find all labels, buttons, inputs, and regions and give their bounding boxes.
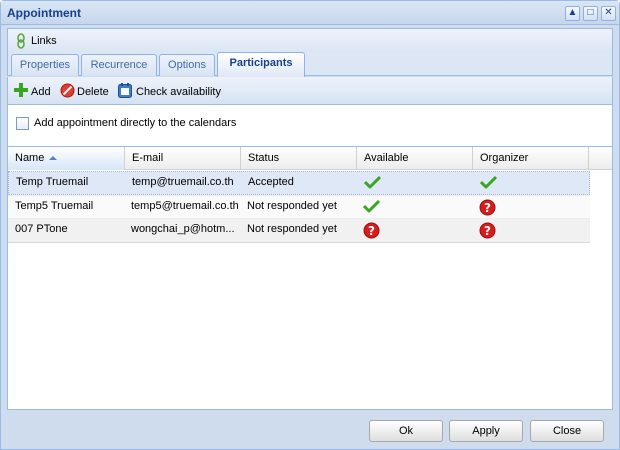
links-bar: Links [7, 28, 613, 52]
window-titlebar[interactable]: Appointment ▲ □ ✕ [1, 1, 619, 25]
maximize-button[interactable]: □ [583, 6, 598, 21]
tab-strip: Properties Recurrence Options Participan… [7, 52, 613, 77]
question-icon: ? [479, 199, 496, 216]
check-icon [364, 175, 381, 189]
dialog-footer: Ok Apply Close [1, 410, 619, 449]
svg-text:?: ? [368, 224, 375, 238]
participant-email: temp5@truemail.co.th [131, 200, 239, 212]
participant-status: Not responded yet [247, 223, 337, 235]
organizer-cell: ? [472, 219, 588, 242]
table-row[interactable]: Temp5 Truemail temp5@truemail.co.th Not … [8, 195, 590, 219]
tab-options[interactable]: Options [159, 54, 215, 76]
table-row[interactable]: Temp Truemail temp@truemail.co.th Accept… [8, 171, 590, 195]
organizer-cell: ? [472, 196, 588, 219]
plus-icon [14, 83, 28, 97]
collapse-button[interactable]: ▲ [565, 6, 580, 21]
close-window-button[interactable]: ✕ [601, 6, 616, 21]
participants-toolbar: Add Delete Check availability [7, 77, 613, 105]
tab-properties[interactable]: Properties [11, 54, 79, 76]
column-header-organizer[interactable]: Organizer [473, 147, 589, 170]
organizer-cell [473, 172, 589, 195]
available-cell: ? [356, 219, 472, 242]
grid-header: Name E-mail Status Available Organizer [8, 147, 612, 170]
check-availability-button[interactable]: Check availability [118, 83, 222, 100]
participant-name: Temp Truemail [16, 176, 89, 188]
delete-button-label: Delete [77, 86, 109, 98]
add-button-label: Add [31, 86, 51, 98]
window-title: Appointment [7, 6, 81, 20]
question-icon: ? [479, 222, 496, 239]
links-label[interactable]: Links [31, 35, 57, 47]
appointment-window: Appointment ▲ □ ✕ Links Properties Recur… [0, 0, 620, 450]
calendar-option-panel: Add appointment directly to the calendar… [7, 105, 613, 147]
sort-ascending-icon [49, 156, 58, 160]
tab-participants[interactable]: Participants [217, 52, 305, 77]
column-header-status[interactable]: Status [241, 147, 357, 170]
available-cell [356, 196, 472, 219]
delete-button[interactable]: Delete [60, 83, 112, 100]
add-to-calendars-checkbox[interactable] [16, 117, 29, 130]
ok-button[interactable]: Ok [369, 420, 443, 442]
available-cell [357, 172, 473, 195]
participant-email: wongchai_p@hotm... [131, 223, 235, 235]
participant-name: Temp5 Truemail [15, 200, 94, 212]
participants-grid: Name E-mail Status Available Organizer T… [7, 147, 613, 410]
add-to-calendars-label[interactable]: Add appointment directly to the calendar… [34, 117, 236, 129]
close-button[interactable]: Close [530, 420, 604, 442]
delete-icon [60, 83, 75, 98]
link-icon [17, 33, 25, 49]
svg-text:?: ? [484, 224, 491, 238]
column-header-name[interactable]: Name [8, 147, 125, 170]
svg-text:?: ? [484, 201, 491, 215]
check-icon [480, 175, 497, 189]
tab-recurrence[interactable]: Recurrence [81, 54, 157, 76]
apply-button[interactable]: Apply [449, 420, 523, 442]
column-header-name-label: Name [15, 152, 45, 164]
check-availability-label: Check availability [136, 86, 221, 98]
participant-status: Accepted [248, 176, 294, 188]
column-header-available[interactable]: Available [357, 147, 473, 170]
add-button[interactable]: Add [14, 83, 54, 100]
participant-status: Not responded yet [247, 200, 337, 212]
column-header-email[interactable]: E-mail [125, 147, 241, 170]
check-icon [363, 199, 380, 213]
participant-email: temp@truemail.co.th [132, 176, 234, 188]
column-header-filler [589, 147, 612, 170]
table-row[interactable]: 007 PTone wongchai_p@hotm... Not respond… [8, 219, 590, 243]
question-icon: ? [363, 222, 380, 239]
calendar-icon [118, 83, 132, 98]
participant-name: 007 PTone [15, 223, 68, 235]
